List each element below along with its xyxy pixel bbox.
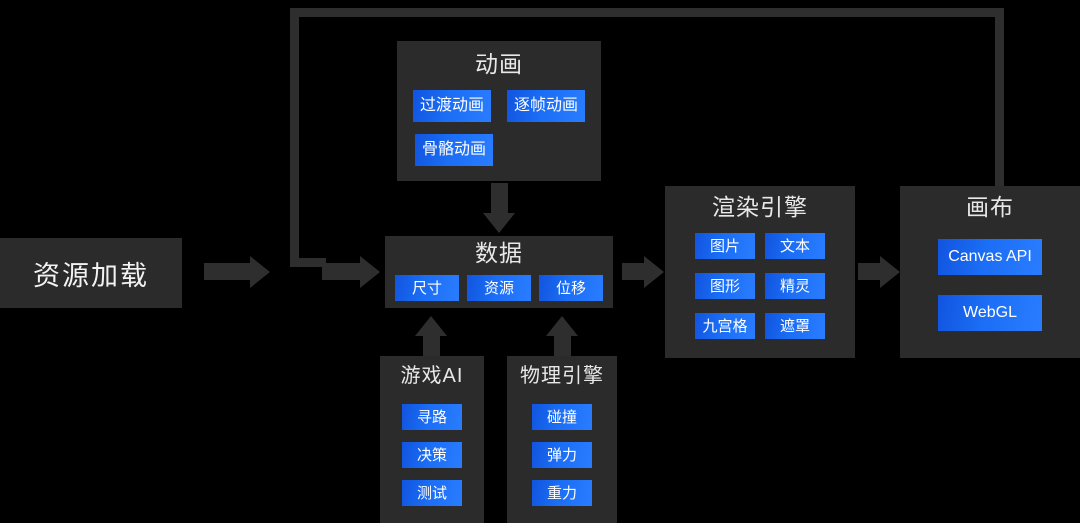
node-physics-engine[interactable]: 物理引擎 碰撞 弹力 重力 — [507, 356, 617, 523]
arrow-junction-shaft — [322, 263, 362, 280]
arrow-gameai-head — [415, 316, 447, 336]
render-chip-image[interactable]: 图片 — [695, 233, 755, 259]
arrow-physics-head — [546, 316, 578, 336]
arrow-animation-shaft — [491, 183, 508, 215]
arrow-data-render-shaft — [622, 263, 646, 280]
data-chip-resource[interactable]: 资源 — [467, 275, 531, 301]
node-game-ai[interactable]: 游戏AI 寻路 决策 测试 — [380, 356, 484, 523]
canvas-chip-webgl[interactable]: WebGL — [938, 295, 1042, 331]
render-chip-shape[interactable]: 图形 — [695, 273, 755, 299]
render-chip-text[interactable]: 文本 — [765, 233, 825, 259]
node-resource-loader[interactable]: 资源加载 — [0, 238, 182, 308]
diagram-canvas: 资源加载 动画 过渡动画 逐帧动画 骨骼动画 数据 尺寸 资源 位移 渲染引擎 … — [0, 0, 1080, 523]
animation-title: 动画 — [475, 51, 523, 77]
node-render-engine[interactable]: 渲染引擎 图片 文本 图形 精灵 九宫格 遮罩 — [665, 186, 855, 358]
arrow-physics-shaft — [554, 334, 571, 356]
arrow-resource-head — [250, 256, 270, 288]
animation-chip-skeletal[interactable]: 骨骼动画 — [415, 134, 493, 166]
node-animation[interactable]: 动画 过渡动画 逐帧动画 骨骼动画 — [397, 41, 601, 181]
feedback-line-horizontal-top — [290, 8, 1004, 17]
feedback-line-elbow-foot — [290, 258, 326, 267]
feedback-line-vertical-left — [290, 8, 299, 266]
game-ai-chip-decision[interactable]: 决策 — [402, 442, 462, 468]
physics-chip-collision[interactable]: 碰撞 — [532, 404, 592, 430]
render-chip-sprite[interactable]: 精灵 — [765, 273, 825, 299]
render-chip-mask[interactable]: 遮罩 — [765, 313, 825, 339]
data-title: 数据 — [475, 240, 523, 266]
physics-title: 物理引擎 — [520, 365, 604, 387]
node-data[interactable]: 数据 尺寸 资源 位移 — [385, 236, 613, 308]
data-chip-transform[interactable]: 位移 — [539, 275, 603, 301]
data-chip-size[interactable]: 尺寸 — [395, 275, 459, 301]
game-ai-title: 游戏AI — [400, 365, 464, 387]
arrow-render-canvas-shaft — [858, 263, 882, 280]
arrow-junction-head — [360, 256, 380, 288]
animation-chip-transition[interactable]: 过渡动画 — [413, 90, 491, 122]
arrow-gameai-shaft — [423, 334, 440, 356]
animation-chip-frame[interactable]: 逐帧动画 — [507, 90, 585, 122]
canvas-title: 画布 — [966, 194, 1014, 220]
render-chip-ninepatch[interactable]: 九宫格 — [695, 313, 755, 339]
render-engine-title: 渲染引擎 — [712, 194, 808, 220]
resource-loader-label: 资源加载 — [33, 260, 149, 291]
feedback-line-vertical-right — [995, 8, 1004, 188]
arrow-resource-shaft — [204, 263, 250, 280]
arrow-data-render-head — [644, 256, 664, 288]
arrow-render-canvas-head — [880, 256, 900, 288]
physics-chip-elasticity[interactable]: 弹力 — [532, 442, 592, 468]
node-canvas[interactable]: 画布 Canvas API WebGL — [900, 186, 1080, 358]
arrow-animation-head — [483, 213, 515, 233]
physics-chip-gravity[interactable]: 重力 — [532, 480, 592, 506]
game-ai-chip-pathfinding[interactable]: 寻路 — [402, 404, 462, 430]
game-ai-chip-test[interactable]: 测试 — [402, 480, 462, 506]
canvas-chip-canvas-api[interactable]: Canvas API — [938, 239, 1042, 275]
